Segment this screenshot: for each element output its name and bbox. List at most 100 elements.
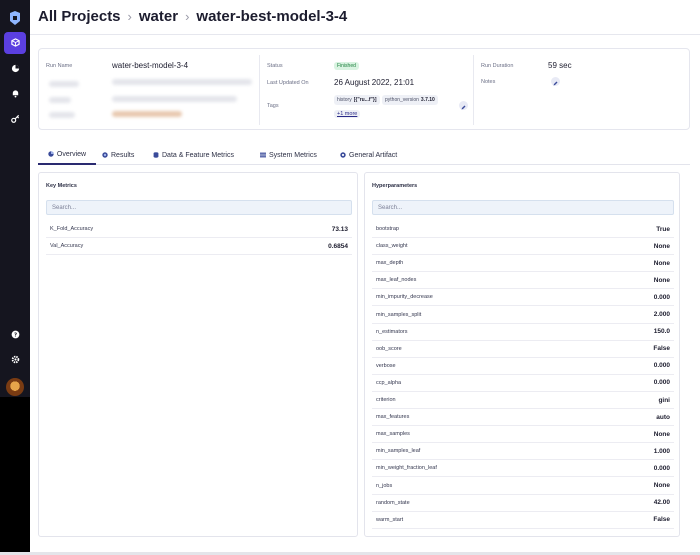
sidebar: ? xyxy=(0,0,30,397)
param-name: Val_Accuracy xyxy=(50,243,84,249)
chevron-right-icon: › xyxy=(127,9,132,24)
param-value: 73.13 xyxy=(331,225,348,233)
help-icon: ? xyxy=(11,326,20,344)
last-updated-label: Last Updated On xyxy=(267,80,309,86)
edit-notes-button[interactable] xyxy=(551,77,560,86)
header-divider xyxy=(30,34,700,35)
system-icon xyxy=(260,152,266,158)
tags-label: Tags xyxy=(267,103,279,109)
tab-label: System Metrics xyxy=(269,151,317,159)
key-metrics-search-input[interactable]: Search... xyxy=(46,200,352,215)
redacted-value xyxy=(112,111,182,117)
avatar[interactable] xyxy=(6,378,24,396)
param-name: min_weight_fraction_leaf xyxy=(376,465,437,472)
table-row: max_depth None xyxy=(372,255,674,273)
tab-label: Results xyxy=(111,151,135,159)
tab-label: Data & Feature Metrics xyxy=(162,151,234,159)
gear-icon xyxy=(11,351,20,369)
table-row: warm_start False xyxy=(372,512,674,529)
table-row: max_features auto xyxy=(372,409,674,427)
key-icon xyxy=(10,110,20,128)
run-duration-label: Run Duration xyxy=(481,63,514,69)
artifact-icon xyxy=(340,152,346,158)
param-name: class_weight xyxy=(376,243,408,250)
redacted-value xyxy=(112,96,237,102)
table-row: ccp_alpha 0.000 xyxy=(372,375,674,392)
sidebar-item-help[interactable]: ? xyxy=(4,324,26,346)
param-value: None xyxy=(653,276,670,284)
param-name: max_samples xyxy=(376,431,410,438)
tab-label: Overview xyxy=(56,150,87,158)
run-duration-value: 59 sec xyxy=(548,61,572,70)
table-row: oob_score False xyxy=(372,341,674,358)
param-value: None xyxy=(653,430,670,438)
tag-history[interactable]: history [{"ru...f"}] xyxy=(334,95,380,105)
column-divider xyxy=(259,55,260,125)
param-value: 0.000 xyxy=(653,293,670,301)
edit-tags-button[interactable] xyxy=(459,101,468,110)
tag-value: [{"ru...f"}] xyxy=(353,97,377,103)
table-row: n_jobs None xyxy=(372,478,674,495)
logo-icon[interactable] xyxy=(7,10,23,26)
sidebar-item-settings[interactable] xyxy=(4,349,26,371)
sidebar-item-reports[interactable] xyxy=(4,58,26,80)
param-name: max_leaf_nodes xyxy=(376,277,417,284)
run-info-card: Run Name water-best-model-3-4 Status Fin… xyxy=(38,48,690,130)
status-label: Status xyxy=(267,63,283,69)
redacted-label xyxy=(49,112,75,118)
param-value: 1.000 xyxy=(653,447,670,455)
breadcrumb-project[interactable]: water xyxy=(139,8,178,25)
param-value: 150.0 xyxy=(653,328,670,336)
param-name: n_estimators xyxy=(376,328,408,335)
status-badge: Finished xyxy=(334,62,359,70)
table-row: class_weight None xyxy=(372,238,674,256)
hyperparameters-search-input[interactable]: Search... xyxy=(372,200,674,215)
tab-label: General Artifact xyxy=(349,151,398,159)
tab-overview[interactable]: Overview xyxy=(38,145,96,165)
cube-icon xyxy=(10,34,20,52)
redacted-label xyxy=(49,81,79,87)
tab-data-feature-metrics[interactable]: Data & Feature Metrics xyxy=(153,145,234,165)
param-name: K_Fold_Accuracy xyxy=(50,226,94,232)
sidebar-item-projects[interactable] xyxy=(4,32,26,54)
table-row: n_estimators 150.0 xyxy=(372,324,674,341)
param-name: bootstrap xyxy=(376,226,399,232)
notes-label: Notes xyxy=(481,79,496,85)
table-row: verbose 0.000 xyxy=(372,358,674,375)
tab-results[interactable]: Results xyxy=(102,145,134,165)
param-value: 2.000 xyxy=(653,311,670,318)
param-name: random_state xyxy=(376,499,410,506)
breadcrumb-all-projects[interactable]: All Projects xyxy=(38,8,121,25)
param-value: True xyxy=(656,225,670,233)
redacted-label xyxy=(49,97,71,103)
pie-chart-icon xyxy=(11,60,20,78)
pencil-icon xyxy=(461,97,466,115)
param-value: gini xyxy=(658,396,670,404)
param-value: 0.6854 xyxy=(328,242,348,250)
tab-system-metrics[interactable]: System Metrics xyxy=(260,145,317,165)
param-name: ccp_alpha xyxy=(376,379,402,386)
param-name: verbose xyxy=(376,362,396,369)
results-icon xyxy=(102,152,108,158)
tag-python-version[interactable]: python_version 3.7.10 xyxy=(382,95,438,105)
tag-key: history xyxy=(337,97,352,103)
table-row: max_samples None xyxy=(372,426,674,444)
key-metrics-panel: Key Metrics Search... K_Fold_Accuracy 73.… xyxy=(38,172,358,537)
more-tags-link[interactable]: +1 more xyxy=(334,110,361,118)
table-row: criterion gini xyxy=(372,392,674,409)
pencil-icon xyxy=(553,73,558,91)
param-value: None xyxy=(653,482,670,489)
param-value: 0.000 xyxy=(653,464,670,472)
param-value: 0.000 xyxy=(653,379,670,387)
table-row: Val_Accuracy 0.6854 xyxy=(46,238,352,255)
tab-general-artifact[interactable]: General Artifact xyxy=(340,145,397,165)
bell-icon xyxy=(11,85,20,103)
sidebar-item-alerts[interactable] xyxy=(4,83,26,105)
table-row: min_impurity_decrease 0.000 xyxy=(372,289,674,307)
table-row: max_leaf_nodes None xyxy=(372,272,674,290)
table-row: min_samples_leaf 1.000 xyxy=(372,443,674,461)
breadcrumb-run: water-best-model-3-4 xyxy=(196,8,348,25)
param-value: 0.000 xyxy=(653,362,670,370)
sidebar-item-keys[interactable] xyxy=(4,108,26,130)
param-name: n_jobs xyxy=(376,482,393,489)
